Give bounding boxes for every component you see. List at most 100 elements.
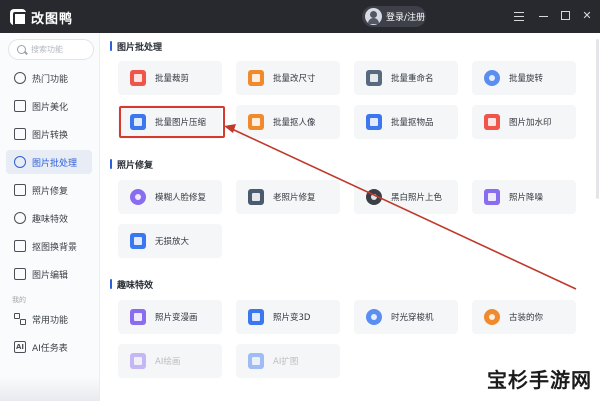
sidebar-item-convert[interactable]: 图片转换 xyxy=(6,122,92,146)
costume-icon xyxy=(484,309,500,325)
tool-label: 照片降噪 xyxy=(509,193,544,203)
tool-label: 图片加水印 xyxy=(509,118,552,128)
watermark: 宝杉手游网 xyxy=(487,368,592,392)
sidebar-item-label: 图片批处理 xyxy=(32,158,78,169)
tool-3d[interactable]: 照片变3D xyxy=(236,300,340,334)
section-title-effects: 趣味特效 xyxy=(110,278,153,291)
portrait-cutout-icon xyxy=(248,114,264,130)
fire-icon xyxy=(14,72,26,84)
tool-colorize[interactable]: 黑白照片上色 xyxy=(354,180,458,214)
sidebar-item-label: 趣味特效 xyxy=(32,214,69,225)
tool-label: 照片变3D xyxy=(273,313,311,323)
sidebar-fade xyxy=(0,377,100,401)
ai-icon: AI xyxy=(14,341,26,353)
tool-batch-rename[interactable]: 批量重命名 xyxy=(354,61,458,95)
sidebar-item-label: 抠图换背景 xyxy=(32,242,78,253)
tool-comic[interactable]: 照片变漫画 xyxy=(118,300,222,334)
tool-batch-portrait-cutout[interactable]: 批量抠人像 xyxy=(236,105,340,139)
minimize-icon[interactable] xyxy=(536,9,550,23)
crop-icon xyxy=(130,70,146,86)
sidebar-item-label: 照片修复 xyxy=(32,186,69,197)
face-repair-icon xyxy=(130,189,146,205)
sidebar-item-label: 图片美化 xyxy=(32,102,69,113)
tool-add-watermark[interactable]: 图片加水印 xyxy=(472,105,576,139)
section-title-batch: 图片批处理 xyxy=(110,40,162,53)
main-panel: 图片批处理 批量裁剪 批量改尺寸 批量重命名 批量旋转 批量图片压缩 批量抠人像… xyxy=(101,33,600,401)
tool-time-machine[interactable]: 时光穿梭机 xyxy=(354,300,458,334)
resize-icon xyxy=(248,70,264,86)
tool-label: AI扩图 xyxy=(273,357,299,367)
sidebar-item-repair[interactable]: 照片修复 xyxy=(6,178,92,202)
tool-label: 批量重命名 xyxy=(391,74,434,84)
tool-batch-object-cutout[interactable]: 批量抠物品 xyxy=(354,105,458,139)
mine-section-label: 我的 xyxy=(12,296,26,304)
section-title-repair: 照片修复 xyxy=(110,158,153,171)
object-cutout-icon xyxy=(366,114,382,130)
avatar-icon xyxy=(365,8,382,25)
watermark-icon xyxy=(484,114,500,130)
maximize-icon[interactable] xyxy=(558,9,572,23)
tool-old-photo-repair[interactable]: 老照片修复 xyxy=(236,180,340,214)
tool-face-repair[interactable]: 模糊人脸修复 xyxy=(118,180,222,214)
sidebar-item-label: 图片转换 xyxy=(32,130,69,141)
tool-upscale[interactable]: 无损放大 xyxy=(118,224,222,258)
tool-ai-expand[interactable]: AI扩图 xyxy=(236,344,340,378)
sidebar-item-label: 图片编辑 xyxy=(32,270,69,281)
sidebar-item-ai-tasks[interactable]: AI AI任务表 xyxy=(6,335,92,359)
tool-batch-rotate[interactable]: 批量旋转 xyxy=(472,61,576,95)
search-placeholder: 搜索功能 xyxy=(31,45,63,54)
colorize-icon xyxy=(366,189,382,205)
tool-costume[interactable]: 古装的你 xyxy=(472,300,576,334)
tool-batch-resize[interactable]: 批量改尺寸 xyxy=(236,61,340,95)
sidebar-item-edit[interactable]: 图片编辑 xyxy=(6,262,92,286)
3d-icon xyxy=(248,309,264,325)
ai-expand-icon xyxy=(248,353,264,369)
tool-label: 批量改尺寸 xyxy=(273,74,316,84)
menu-icon[interactable] xyxy=(512,9,526,23)
scrollbar[interactable] xyxy=(596,39,599,199)
cutout-icon xyxy=(14,240,26,252)
tool-label: 照片变漫画 xyxy=(155,313,198,323)
tool-label: 批量旋转 xyxy=(509,74,544,84)
denoise-icon xyxy=(484,189,500,205)
tool-batch-compress[interactable]: 批量图片压缩 xyxy=(118,105,222,139)
app-title: 改图鸭 xyxy=(31,12,74,27)
tool-label: 批量图片压缩 xyxy=(155,118,207,128)
login-label: 登录/注册 xyxy=(386,13,426,23)
convert-icon xyxy=(14,128,26,140)
tool-label: 批量抠人像 xyxy=(273,118,316,128)
search-input[interactable]: 搜索功能 xyxy=(8,39,94,60)
sidebar-item-cutout[interactable]: 抠图换背景 xyxy=(6,234,92,258)
sidebar-item-batch[interactable]: 图片批处理 xyxy=(6,150,92,174)
tool-batch-crop[interactable]: 批量裁剪 xyxy=(118,61,222,95)
tool-denoise[interactable]: 照片降噪 xyxy=(472,180,576,214)
time-machine-icon xyxy=(366,309,382,325)
old-photo-icon xyxy=(248,189,264,205)
sidebar-item-hot[interactable]: 热门功能 xyxy=(6,66,92,90)
sidebar-item-beautify[interactable]: 图片美化 xyxy=(6,94,92,118)
batch-icon xyxy=(14,156,26,168)
search-icon xyxy=(17,45,26,54)
tool-label: 模糊人脸修复 xyxy=(155,193,207,203)
sidebar: 搜索功能 热门功能 图片美化 图片转换 图片批处理 照片修复 趣味特效 抠图换背… xyxy=(0,33,100,401)
upscale-icon xyxy=(130,233,146,249)
close-icon[interactable]: ✕ xyxy=(580,9,594,23)
sidebar-item-effects[interactable]: 趣味特效 xyxy=(6,206,92,230)
tool-label: 无损放大 xyxy=(155,237,190,247)
sidebar-item-label: AI任务表 xyxy=(32,343,68,354)
comic-icon xyxy=(130,309,146,325)
tool-label: 时光穿梭机 xyxy=(391,313,434,323)
tool-label: 古装的你 xyxy=(509,313,544,323)
ai-paint-icon xyxy=(130,353,146,369)
sidebar-item-label: 热门功能 xyxy=(32,74,69,85)
title-bar: 改图鸭 登录/注册 ✕ xyxy=(0,0,600,33)
effects-icon xyxy=(14,212,26,224)
sidebar-item-label: 常用功能 xyxy=(32,315,69,326)
grid-icon xyxy=(14,313,26,325)
login-button[interactable]: 登录/注册 xyxy=(362,6,426,27)
tool-ai-paint[interactable]: AI绘画 xyxy=(118,344,222,378)
tool-label: 黑白照片上色 xyxy=(391,193,443,203)
sidebar-item-favorites[interactable]: 常用功能 xyxy=(6,307,92,331)
app-logo-icon xyxy=(10,9,27,26)
image-icon xyxy=(14,100,26,112)
